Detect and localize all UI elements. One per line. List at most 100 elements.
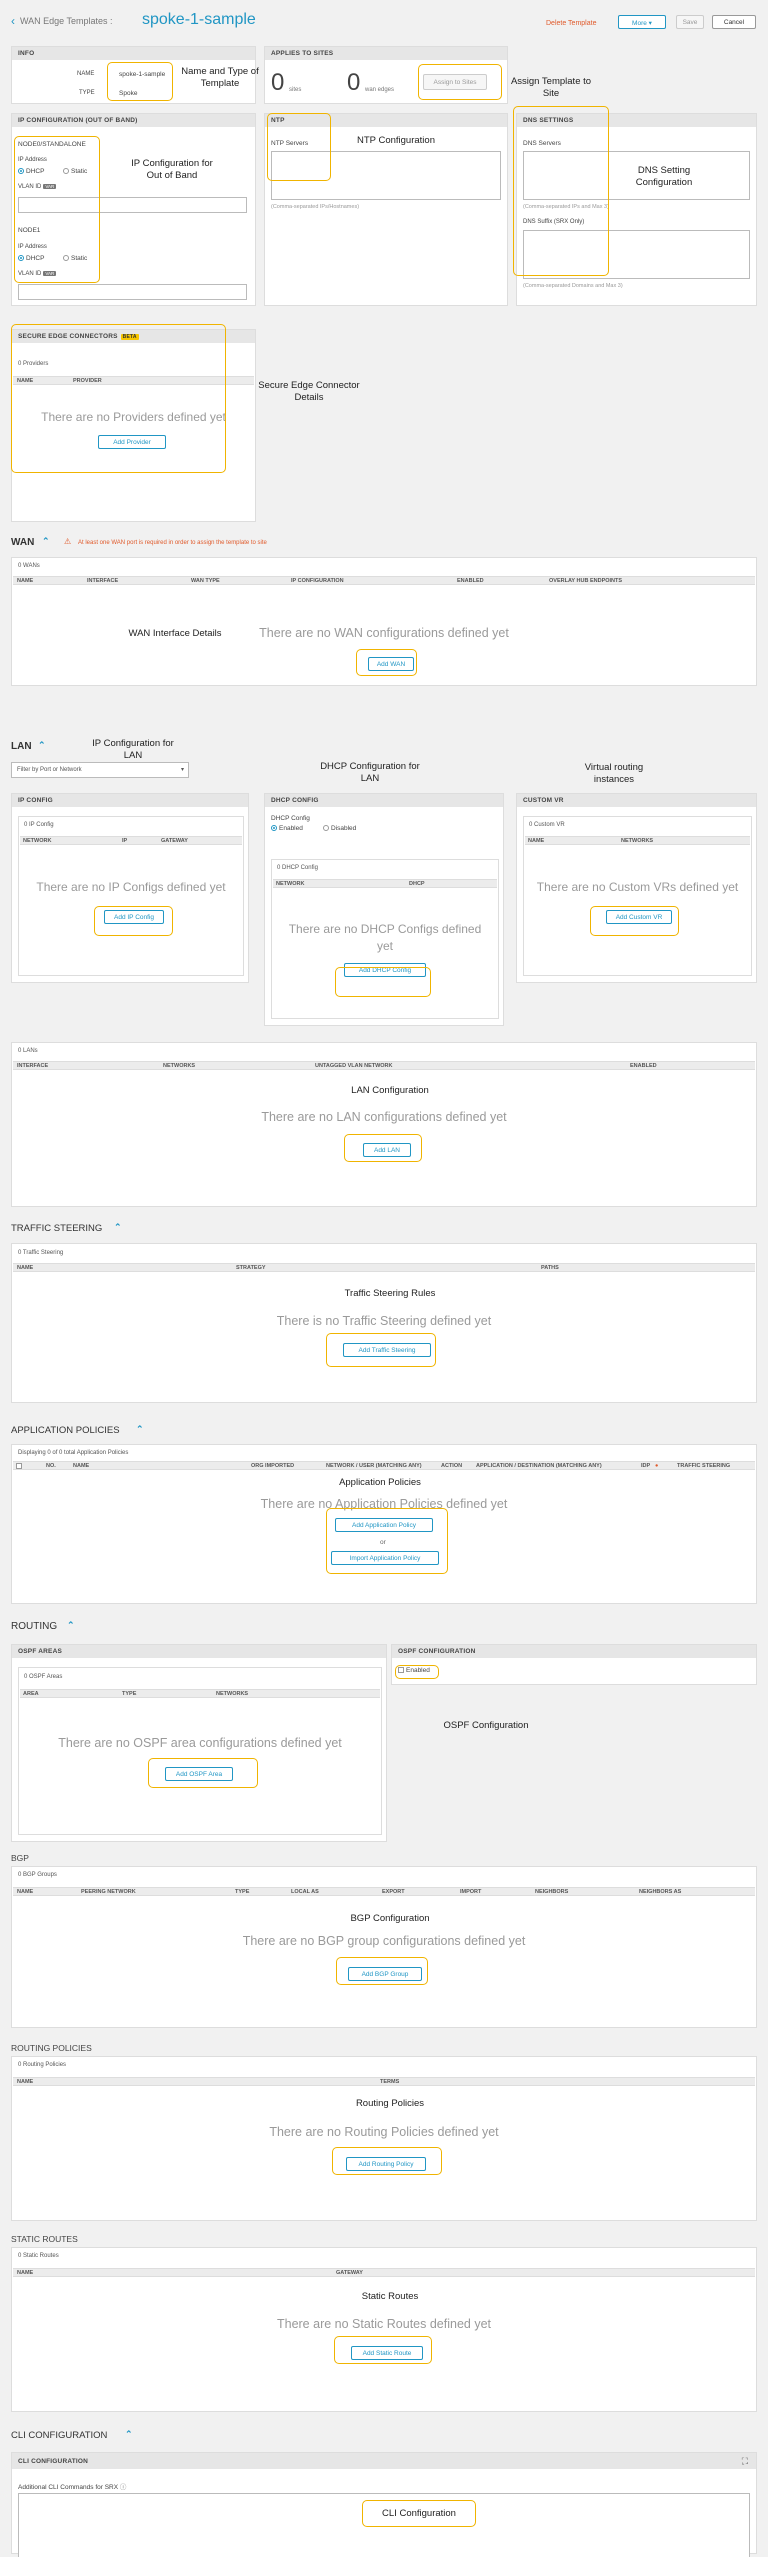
page-title: spoke-1-sample [142,11,256,28]
cli-section-title: CLI CONFIGURATION [11,2430,108,2441]
ntp-annotation: NTP Configuration [357,135,435,146]
cli-panel-title: CLI CONFIGURATION [12,2453,756,2469]
custom-vr-empty-text: There are no Custom VRs defined yet [536,880,739,894]
save-button[interactable]: Save [676,15,704,29]
ospf-areas-inner: 0 OSPF Areas AREA TYPE NETWORKS There ar… [18,1667,382,1835]
back-chevron-icon[interactable]: ‹ [11,14,15,28]
cli-annotation: CLI Configuration [382,2508,456,2519]
wan-section-title: WAN [11,537,35,548]
ip-oob-annotation: IP Configuration for Out of Band [131,158,213,181]
info-panel-title: INFO [12,47,255,60]
collapse-chevron-icon[interactable]: ⌃ [42,536,50,547]
warning-icon: ⚠ [64,537,72,546]
dhcp-config-empty-text: There are no DHCP Configs defined [288,922,482,936]
add-ospf-area-highlight [148,1758,258,1788]
lan-annotation: LAN Configuration [351,1085,429,1096]
lans-table-header: INTERFACE NETWORKS UNTAGGED VLAN NETWORK… [13,1061,755,1070]
bgp-empty-text: There are no BGP group configurations de… [242,1934,526,1948]
collapse-chevron-icon[interactable]: ⌃ [67,1620,75,1631]
radio-unchecked-icon [323,825,329,832]
add-static-route-highlight [334,2336,432,2364]
add-bgp-group-highlight [336,1957,428,1985]
collapse-chevron-icon[interactable]: ⌃ [136,1424,144,1435]
cancel-button[interactable]: Cancel [712,15,756,29]
app-section-title: APPLICATION POLICIES [11,1425,120,1436]
edges-count: 0 [347,69,361,96]
dhcp-config-table-header: NETWORK DHCP [273,879,497,888]
add-ip-config-highlight [94,906,173,936]
type-label: TYPE [79,90,95,96]
add-routing-policy-highlight [332,2147,442,2175]
static-routes-table-header: NAME GATEWAY [13,2268,755,2277]
routing-policies-table-header: NAME TERMS [13,2077,755,2086]
assign-highlight [418,64,502,100]
secure-edge-highlight [11,324,226,473]
lans-count: 0 LANs [18,1048,38,1054]
ospf-areas-panel-title: OSPF AREAS [12,1645,386,1658]
routing-policies-count: 0 Routing Policies [18,2062,67,2068]
lans-empty-text: There are no LAN configurations defined … [261,1110,507,1124]
name-label: NAME [77,71,95,77]
checkbox-icon [16,1463,22,1469]
traffic-annotation: Traffic Steering Rules [344,1288,436,1299]
dhcp-config-label: DHCP Config [271,815,310,822]
ip-config-panel: IP CONFIG 0 IP Config NETWORK IP GATEWAY… [11,793,249,983]
dhcp-config-panel-title: DHCP CONFIG [265,794,503,807]
ospf-enabled-highlight [395,1665,439,1679]
applies-annotation: Assign Template to Site [510,76,592,99]
sites-label: sites [289,87,302,93]
ip-config-count: 0 IP Config [24,822,54,828]
ip-oob-highlight [14,136,100,283]
dns-suffix-hint: (Comma-separated Domains and Max 3) [523,283,623,289]
add-dhcp-config-highlight [335,967,431,997]
node1-vlan-input[interactable] [18,284,247,300]
static-routes-empty-text: There are no Static Routes defined yet [276,2317,491,2331]
cli-commands-label: Additional CLI Commands for SRX ⓘ [18,2484,127,2491]
traffic-table-header: NAME STRATEGY PATHS [13,1263,755,1272]
ip-config-table-header: NETWORK IP GATEWAY [20,836,242,845]
add-lan-highlight [344,1134,422,1162]
more-button[interactable]: More ▾ [618,15,666,29]
delete-template-link[interactable]: Delete Template [546,20,596,27]
routing-policies-empty-text: There are no Routing Policies defined ye… [269,2125,499,2139]
ntp-highlight [267,113,331,181]
ospf-areas-count: 0 OSPF Areas [24,1674,63,1680]
traffic-section-title: TRAFFIC STEERING [11,1223,103,1234]
lan-filter-dropdown[interactable]: Filter by Port or Network ▾ [11,762,189,778]
ospf-areas-empty-text: There are no OSPF area configurations de… [58,1736,342,1750]
collapse-chevron-icon[interactable]: ⌃ [114,1222,122,1233]
dhcp-enabled-radio[interactable]: Enabled [271,825,303,832]
ospf-config-annotation: OSPF Configuration [443,1720,529,1731]
sites-count: 0 [271,69,285,96]
bgp-section-title: BGP [11,1853,29,1863]
traffic-panel: 0 Traffic Steering NAME STRATEGY PATHS T… [11,1243,757,1403]
dns-annotation: DNS Setting Configuration [635,165,693,188]
collapse-chevron-icon[interactable]: ⌃ [38,740,46,751]
custom-vr-table-header: NAME NETWORKS [525,836,750,845]
wan-count: 0 WANs [18,563,40,569]
custom-vr-count: 0 Custom VR [529,822,565,828]
expand-icon[interactable]: ⛶ [742,2456,748,2467]
app-table-header: NO. NAME ORG IMPORTED NETWORK / USER (MA… [13,1461,755,1470]
routing-policies-panel: 0 Routing Policies NAME TERMS There are … [11,2056,757,2221]
routing-policies-section-title: ROUTING POLICIES [11,2043,92,2053]
breadcrumb[interactable]: WAN Edge Templates : [20,16,113,26]
secure-edge-annotation: Secure Edge Connector Details [258,380,360,403]
dhcp-disabled-radio[interactable]: Disabled [323,825,356,832]
ip-oob-panel-title: IP CONFIGURATION (OUT OF BAND) [12,114,255,127]
radio-checked-icon [271,825,277,832]
lan-section-title: LAN [11,741,32,752]
ntp-hint: (Comma-separated IPs/Hostnames) [271,204,360,210]
routing-policies-annotation: Routing Policies [355,2098,425,2109]
lan-ip-annotation: IP Configuration for LAN [92,738,174,761]
static-routes-count: 0 Static Routes [18,2253,59,2259]
collapse-chevron-icon[interactable]: ⌃ [125,2429,133,2440]
routing-section-title: ROUTING [11,1621,58,1632]
lan-dhcp-annotation: DHCP Configuration for LAN [320,761,420,784]
chevron-down-icon: ▾ [180,767,184,773]
info-icon: ⓘ [119,2484,127,2491]
ospf-config-panel: OSPF CONFIGURATION Enabled [391,1644,757,1685]
dhcp-config-count: 0 DHCP Config [277,865,318,871]
dns-highlight [513,106,609,276]
app-annotation: Application Policies [339,1477,421,1488]
